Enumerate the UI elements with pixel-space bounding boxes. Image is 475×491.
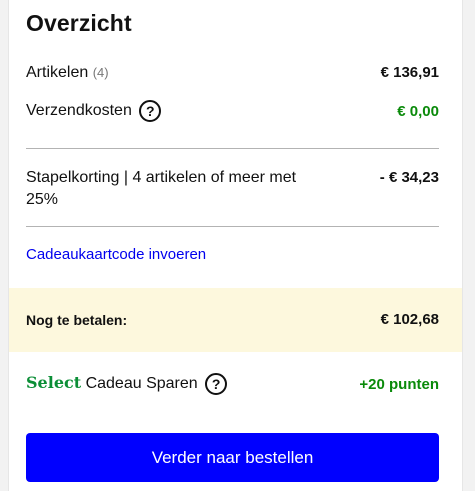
shipping-amount: € 0,00 [397, 103, 439, 120]
articles-count: (4) [92, 65, 109, 80]
giftcard-code-link[interactable]: Cadeaukaartcode invoeren [26, 246, 206, 263]
select-brand-logo: Select [26, 373, 82, 393]
discount-row: Stapelkorting | 4 artikelen of meer met … [26, 167, 439, 211]
divider-bottom [26, 226, 439, 227]
select-savings-row: Select Cadeau Sparen ? +20 punten [26, 373, 439, 395]
select-points: +20 punten [359, 376, 439, 393]
articles-amount: € 136,91 [380, 64, 439, 81]
shipping-row: Verzendkosten ? € 0,00 [26, 100, 439, 122]
divider-top [26, 148, 439, 149]
order-summary-card: Overzicht Artikelen (4) € 136,91 Verzend… [8, 0, 463, 491]
shipping-label: Verzendkosten [26, 102, 132, 120]
total-amount: € 102,68 [380, 311, 439, 328]
select-help-icon[interactable]: ? [205, 373, 228, 395]
shipping-help-icon[interactable]: ? [139, 100, 162, 122]
summary-title: Overzicht [26, 10, 132, 36]
articles-label: Artikelen [26, 64, 89, 81]
select-savings-label: Cadeau Sparen [85, 375, 198, 393]
discount-amount: - € 34,23 [379, 169, 439, 186]
continue-to-order-button[interactable]: Verder naar bestellen [26, 433, 439, 482]
total-label: Nog te betalen: [26, 312, 128, 328]
articles-row: Artikelen (4) € 136,91 [26, 64, 439, 82]
discount-label-line1: Stapelkorting | 4 artikelen of meer met [26, 169, 297, 186]
total-band: Nog te betalen: € 102,68 [9, 288, 462, 352]
discount-label-line2: 25% [26, 191, 59, 208]
